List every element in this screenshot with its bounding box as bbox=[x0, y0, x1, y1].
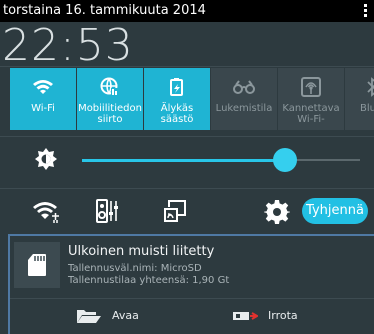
smart-saving-icon bbox=[166, 76, 188, 98]
eject-action-label: Irrota bbox=[268, 309, 298, 322]
tile-smart-saving[interactable]: Älykäs säästö bbox=[144, 68, 210, 130]
tile-label: Lukemistila bbox=[215, 103, 273, 114]
notification-title: Ulkoinen muisti liitetty bbox=[68, 244, 215, 259]
clear-all-button[interactable]: Tyhjennä bbox=[302, 198, 368, 224]
wifi-icon bbox=[32, 76, 54, 98]
tile-label: Wi-Fi bbox=[31, 103, 55, 114]
notification-capacity: Tallennustilaa yhteensä: 1,90 Gt bbox=[68, 275, 230, 286]
mobile-data-icon bbox=[99, 76, 121, 98]
settings-gear-icon[interactable] bbox=[264, 199, 290, 225]
tile-portable-hotspot[interactable]: Kannettava Wi-Fi- bbox=[278, 68, 344, 130]
brightness-slider-handle[interactable] bbox=[273, 148, 297, 172]
divider bbox=[0, 188, 374, 189]
tile-mobile-data[interactable]: Mobiilitiedon siirto bbox=[77, 68, 143, 130]
status-bar: torstaina 16. tammikuuta 2014 bbox=[0, 0, 374, 22]
portable-hotspot-icon bbox=[300, 76, 322, 98]
bluetooth-icon bbox=[362, 76, 374, 98]
brightness-slider-fill bbox=[82, 159, 286, 162]
clock: 22:53 bbox=[2, 20, 134, 71]
wifi-settings-icon[interactable] bbox=[32, 199, 59, 225]
reading-mode-icon bbox=[233, 76, 255, 98]
folder-icon bbox=[76, 308, 102, 324]
audio-settings-icon[interactable] bbox=[96, 199, 122, 225]
open-action-label: Avaa bbox=[112, 309, 139, 322]
brightness-icon[interactable] bbox=[35, 148, 57, 170]
brightness-row bbox=[0, 136, 374, 184]
tile-wifi[interactable]: Wi-Fi bbox=[10, 68, 76, 130]
divider bbox=[10, 298, 374, 299]
tile-bluetooth[interactable]: Bluet bbox=[345, 68, 374, 130]
divider bbox=[0, 66, 374, 67]
eject-sd-icon bbox=[232, 310, 258, 322]
eject-action-button[interactable]: Irrota bbox=[232, 306, 298, 326]
tile-label: Bluet bbox=[359, 103, 374, 114]
notification-volume-name: Tallennusväl.nimi: MicroSD bbox=[68, 263, 202, 274]
tile-label: Älykäs säästö bbox=[160, 103, 194, 125]
tile-label: Mobiilitiedon siirto bbox=[78, 103, 142, 125]
tile-label: Kannettava Wi-Fi- bbox=[282, 103, 340, 125]
quick-settings-tiles: Wi-Fi Mobiilitiedon siirto Älykäs säästö… bbox=[10, 68, 374, 130]
date-label: torstaina 16. tammikuuta 2014 bbox=[3, 3, 206, 18]
overflow-menu-icon[interactable] bbox=[364, 3, 368, 19]
tile-reading-mode[interactable]: Lukemistila bbox=[211, 68, 277, 130]
screen-cast-icon[interactable] bbox=[163, 199, 189, 225]
quick-toolbar: Tyhjennä bbox=[0, 190, 374, 234]
notification-card[interactable]: Ulkoinen muisti liitetty Tallennusväl.ni… bbox=[8, 234, 374, 334]
sd-card-icon bbox=[14, 242, 60, 288]
brightness-slider-track[interactable] bbox=[286, 159, 360, 161]
open-action-button[interactable]: Avaa bbox=[76, 306, 139, 326]
notification-shade: torstaina 16. tammikuuta 2014 22:53 Wi-F… bbox=[0, 0, 374, 334]
